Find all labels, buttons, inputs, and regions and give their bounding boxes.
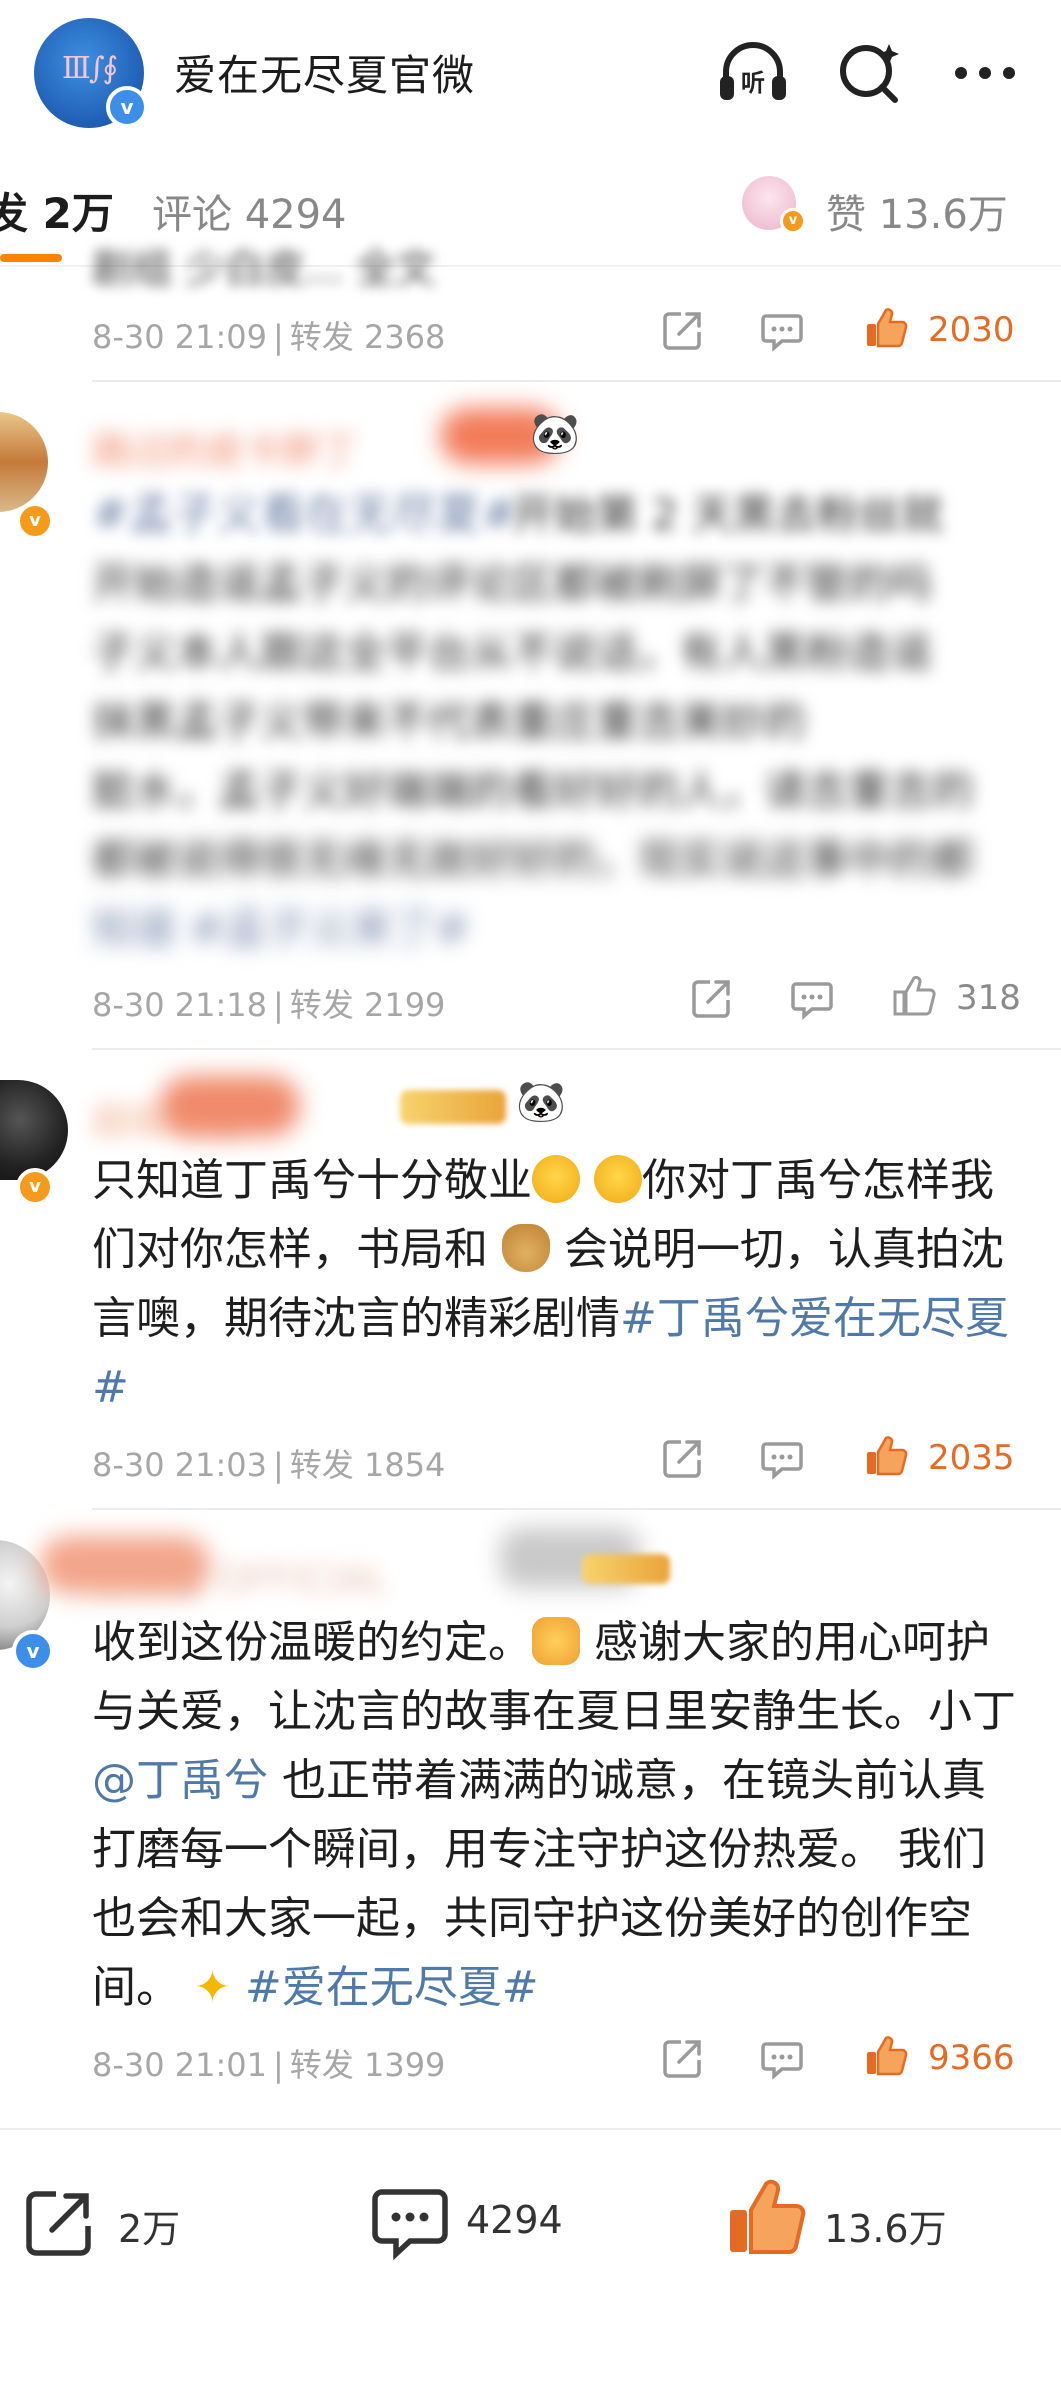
share-icon[interactable] (661, 1436, 705, 1480)
like-count: 2035 (928, 1438, 1015, 1478)
post-repost-count: 转发 1854 (289, 1446, 446, 1484)
like-count: 2030 (928, 310, 1015, 350)
comment-icon[interactable] (370, 2182, 450, 2262)
post-time: 8-30 21:18 (92, 986, 268, 1024)
orange-verified-badge-icon: v (16, 1168, 54, 1206)
post-divider (92, 1048, 1061, 1050)
orange-verified-badge-icon: v (16, 502, 54, 540)
post-time: 8-30 21:09 (92, 318, 268, 356)
post-meta: 8-30 21:09 | 转发 2368 (92, 318, 446, 356)
post-content: 只知道丁禹兮十分敬业 你对丁禹兮怎样我们对你怎样，书局和 会说明一切，认真拍沈言… (92, 1146, 1022, 1422)
liker-badge-icon: v (780, 208, 806, 234)
share-icon[interactable] (661, 308, 705, 352)
post-repost-count: 转发 2199 (289, 986, 446, 1024)
post-divider (92, 380, 1061, 382)
blurred-line: 脏水，孟子义好端端的看好好的人，请吉重吉的 (92, 766, 975, 815)
panda-icon: 🐼 (516, 1079, 566, 1125)
svg-text:听: 听 (741, 69, 765, 97)
verified-badge-icon: v (12, 1630, 54, 1672)
blurred-line: 开始第 2 天黑去粉丝就 (512, 490, 944, 539)
money-bag-emoji-icon (502, 1224, 550, 1272)
headphones-listen-icon[interactable]: 听 (716, 36, 790, 110)
commenter-avatar[interactable] (0, 412, 48, 512)
post-text-fragment: 剧组 少白皮... 全文 (92, 246, 436, 292)
repost-icon[interactable] (22, 2186, 96, 2260)
like-count: 318 (956, 978, 1021, 1018)
blurred-badge (40, 1536, 210, 1594)
blurred-badge (160, 1076, 300, 1136)
post-text: 收到这份温暖的约定。 (92, 1617, 532, 1668)
post-content: 收到这份温暖的约定。 感谢大家的用心呵护与关爱，让沈言的故事在夏日里安静生长。小… (92, 1608, 1022, 2022)
blurred-line: 开始造谣孟子义的评论区都被刷屏了不管的吗 (92, 559, 933, 608)
sparkles-emoji-icon: ✦ (194, 1962, 231, 2013)
like-icon[interactable] (892, 974, 936, 1018)
share-icon[interactable] (661, 2036, 705, 2080)
post-divider (92, 1508, 1061, 1510)
post-repost-count: 转发 1399 (289, 2046, 446, 2084)
fan-level-badge (582, 1554, 670, 1584)
pleading-face-emoji-icon (532, 1155, 580, 1203)
page-title: 爱在无尽夏官微 (174, 51, 476, 100)
like-count[interactable]: 13.6万 (824, 2198, 947, 2253)
search-icon[interactable] (833, 36, 907, 110)
post-time: 8-30 21:01 (92, 2046, 268, 2084)
post-meta: 8-30 21:18 | 转发 2199 (92, 986, 446, 1024)
pleading-face-emoji-icon (594, 1155, 642, 1203)
comment-icon[interactable] (790, 976, 834, 1020)
blurred-line: 知道 #孟子义来了# (92, 904, 470, 953)
post-time: 8-30 21:03 (92, 1446, 268, 1484)
like-icon[interactable] (864, 1434, 908, 1478)
like-icon[interactable] (864, 306, 908, 350)
commenter-name[interactable]: 路过的皮卡胖丁 (92, 420, 358, 475)
tab-likes[interactable]: 赞 13.6万 (826, 182, 1008, 240)
handshake-emoji-icon (532, 1617, 580, 1665)
comment-icon[interactable] (760, 1436, 804, 1480)
blurred-line: 都被说得很无缘无故好好的，现实说这事中的都 (92, 835, 975, 884)
fan-level-badge (400, 1090, 506, 1124)
blurred-line: 抹黑孟子义带来不代表重庄重吉美妙的 (92, 697, 807, 746)
tab-repost[interactable]: 发 2万 (0, 180, 114, 241)
post-repost-count: 转发 2368 (289, 318, 446, 356)
post-meta: 8-30 21:03 | 转发 1854 (92, 1446, 446, 1484)
like-icon[interactable] (864, 2034, 908, 2078)
more-icon[interactable] (948, 36, 1022, 110)
panda-icon: 🐼 (530, 411, 580, 457)
comment-count[interactable]: 4294 (466, 2198, 563, 2242)
active-tab-indicator (0, 254, 62, 262)
blurred-line: 子义本人跟这全平台从不说话，有人黑粉造谣 (92, 628, 933, 677)
post-hashtag[interactable]: #爱在无尽夏# (245, 1962, 539, 2013)
post-meta: 8-30 21:01 | 转发 1399 (92, 2046, 446, 2084)
like-count: 9366 (928, 2038, 1015, 2078)
blurred-post-content: 开始第 2 天黑去粉丝就 开始造谣孟子义的评论区都被刷屏了不管的吗 子义本人跟这… (92, 480, 1022, 953)
comment-icon[interactable] (760, 2036, 804, 2080)
share-icon[interactable] (690, 976, 734, 1020)
commenter-avatar[interactable] (0, 1080, 68, 1180)
repost-count[interactable]: 2万 (118, 2198, 180, 2253)
tab-comments[interactable]: 评论 4294 (152, 182, 347, 240)
verified-badge-icon: v (106, 86, 148, 128)
bottom-action-bar (0, 2128, 1061, 2404)
comment-icon[interactable] (760, 308, 804, 352)
user-mention[interactable]: @丁禹兮 (92, 1755, 268, 1806)
post-text: 只知道丁禹兮十分敬业 (92, 1155, 532, 1206)
like-icon[interactable] (726, 2176, 806, 2260)
